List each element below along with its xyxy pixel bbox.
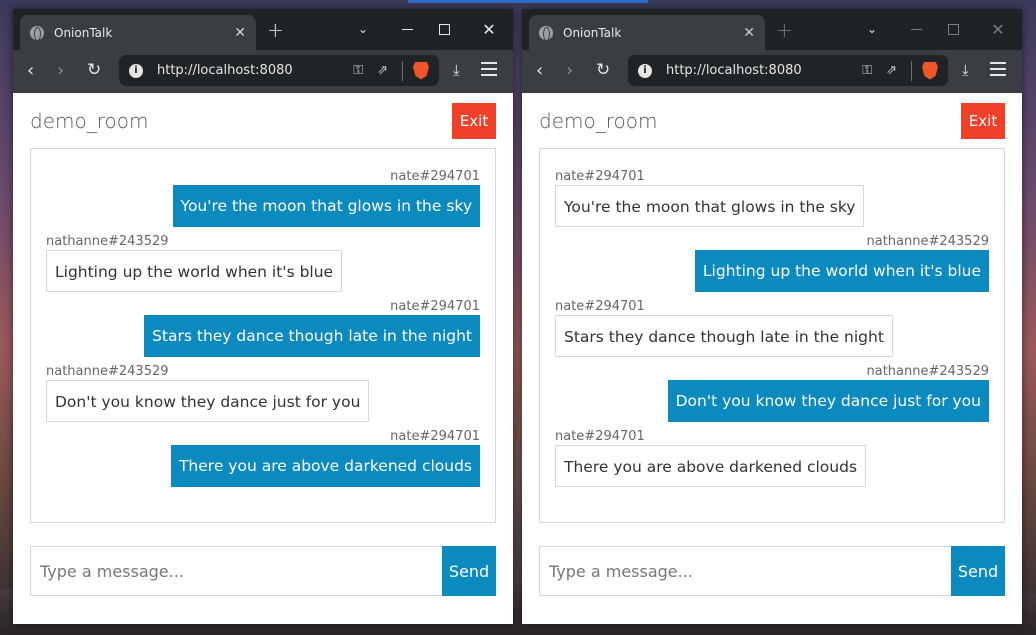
message-username: nate#294701 [555, 169, 645, 184]
message-bubble: Stars they dance though late in the nigh… [144, 315, 480, 357]
chat-page: demo_room Exit nate#294701 You're the moo… [13, 93, 513, 624]
url-text[interactable]: http://localhost:8080 [157, 63, 353, 78]
message-username: nate#294701 [390, 169, 480, 184]
message-username: nate#294701 [555, 429, 645, 444]
key-icon[interactable]: ⚿ [862, 63, 872, 78]
message-composer: Send [30, 546, 496, 596]
globe-icon [30, 25, 44, 41]
message-username: nate#294701 [390, 429, 480, 444]
message-username: nate#294701 [390, 299, 480, 314]
message-item: nate#294701 Stars they dance though late … [555, 299, 989, 357]
maximize-button[interactable] [943, 20, 963, 38]
forward-button[interactable]: › [57, 60, 64, 81]
message-item: nathanne#243529 Don't you know they dance… [46, 364, 480, 422]
reload-button[interactable]: ↻ [87, 60, 101, 80]
message-bubble: There you are above darkened clouds [555, 445, 867, 487]
send-button[interactable]: Send [442, 546, 496, 596]
share-icon[interactable]: ⇗ [377, 63, 388, 78]
brave-shield-icon[interactable] [413, 61, 429, 80]
globe-icon [539, 25, 553, 41]
message-composer: Send [539, 546, 1005, 596]
address-toolbar: ‹ › ↻ i http://localhost:8080 ⚿ ⇗ ⤓ [522, 50, 1022, 93]
site-info-icon[interactable]: i [129, 63, 143, 78]
message-list[interactable]: nate#294701 You're the moon that glows in… [539, 148, 1005, 523]
message-username: nathanne#243529 [46, 364, 169, 379]
message-username: nathanne#243529 [866, 364, 989, 379]
chat-page: demo_room Exit nate#294701 You're the moo… [522, 93, 1022, 624]
new-tab-button[interactable]: + [267, 18, 284, 42]
tab-search-chevron-icon[interactable]: ⌄ [862, 20, 882, 38]
url-text[interactable]: http://localhost:8080 [666, 63, 862, 78]
key-icon[interactable]: ⚿ [353, 63, 363, 78]
download-icon[interactable]: ⤓ [453, 61, 460, 79]
message-bubble: Lighting up the world when it's blue [694, 250, 989, 292]
menu-icon[interactable] [481, 62, 497, 80]
divider [402, 60, 403, 81]
message-username: nathanne#243529 [46, 234, 169, 249]
message-bubble: There you are above darkened clouds [170, 445, 480, 487]
message-bubble: You're the moon that glows in the sky [172, 185, 480, 227]
message-bubble: Don't you know they dance just for you [46, 380, 370, 422]
menu-icon[interactable] [990, 62, 1006, 80]
tab-title: OnionTalk [563, 25, 622, 40]
tab-bar: OnionTalk ✕ + ⌄ ✕ [522, 9, 1022, 50]
site-info-icon[interactable]: i [638, 63, 652, 78]
maximize-button[interactable] [434, 20, 454, 38]
browser-tab[interactable]: OnionTalk ✕ [20, 15, 256, 50]
back-button[interactable]: ‹ [27, 60, 34, 81]
tab-close-icon[interactable]: ✕ [234, 25, 246, 41]
brave-shield-icon[interactable] [922, 61, 938, 80]
send-button[interactable]: Send [951, 546, 1005, 596]
message-item: nate#294701 You're the moon that glows in… [555, 169, 989, 227]
message-bubble: Stars they dance though late in the nigh… [555, 315, 893, 357]
address-toolbar: ‹ › ↻ i http://localhost:8080 ⚿ ⇗ ⤓ [13, 50, 513, 93]
new-tab-button[interactable]: + [776, 18, 793, 42]
minimize-button[interactable] [397, 20, 417, 38]
message-username: nathanne#243529 [866, 234, 989, 249]
room-title: demo_room [539, 109, 658, 133]
message-input[interactable] [539, 546, 951, 596]
exit-button[interactable]: Exit [452, 103, 496, 139]
message-item: nate#294701 There you are above darkened … [555, 429, 989, 487]
message-item: nate#294701 There you are above darkened … [46, 429, 480, 487]
forward-button[interactable]: › [566, 60, 573, 81]
divider [911, 60, 912, 81]
message-input[interactable] [30, 546, 442, 596]
message-bubble: Lighting up the world when it's blue [46, 250, 343, 292]
message-item: nathanne#243529 Lighting up the world whe… [555, 234, 989, 292]
room-title: demo_room [30, 109, 149, 133]
message-bubble: You're the moon that glows in the sky [555, 185, 865, 227]
browser-window-1: OnionTalk ✕ + ⌄ ✕ ‹ › ↻ i http://localho… [13, 9, 513, 624]
tab-close-icon[interactable]: ✕ [743, 25, 755, 41]
message-item: nate#294701 Stars they dance though late … [46, 299, 480, 357]
message-username: nate#294701 [555, 299, 645, 314]
url-bar[interactable]: i http://localhost:8080 ⚿ ⇗ [119, 55, 439, 86]
tab-search-chevron-icon[interactable]: ⌄ [353, 20, 373, 38]
browser-window-2: OnionTalk ✕ + ⌄ ✕ ‹ › ↻ i http://localho… [522, 9, 1022, 624]
taskbar-strip [408, 0, 648, 3]
tab-title: OnionTalk [54, 25, 113, 40]
back-button[interactable]: ‹ [536, 60, 543, 81]
message-list[interactable]: nate#294701 You're the moon that glows in… [30, 148, 496, 523]
url-bar[interactable]: i http://localhost:8080 ⚿ ⇗ [628, 55, 948, 86]
browser-tab[interactable]: OnionTalk ✕ [529, 15, 765, 50]
download-icon[interactable]: ⤓ [962, 61, 969, 79]
close-window-button[interactable]: ✕ [479, 20, 499, 39]
message-item: nate#294701 You're the moon that glows in… [46, 169, 480, 227]
message-item: nathanne#243529 Don't you know they dance… [555, 364, 989, 422]
exit-button[interactable]: Exit [961, 103, 1005, 139]
close-window-button[interactable]: ✕ [988, 20, 1008, 39]
reload-button[interactable]: ↻ [596, 60, 610, 80]
message-item: nathanne#243529 Lighting up the world whe… [46, 234, 480, 292]
minimize-button[interactable] [906, 20, 926, 38]
tab-bar: OnionTalk ✕ + ⌄ ✕ [13, 9, 513, 50]
message-bubble: Don't you know they dance just for you [667, 380, 989, 422]
share-icon[interactable]: ⇗ [886, 63, 897, 78]
